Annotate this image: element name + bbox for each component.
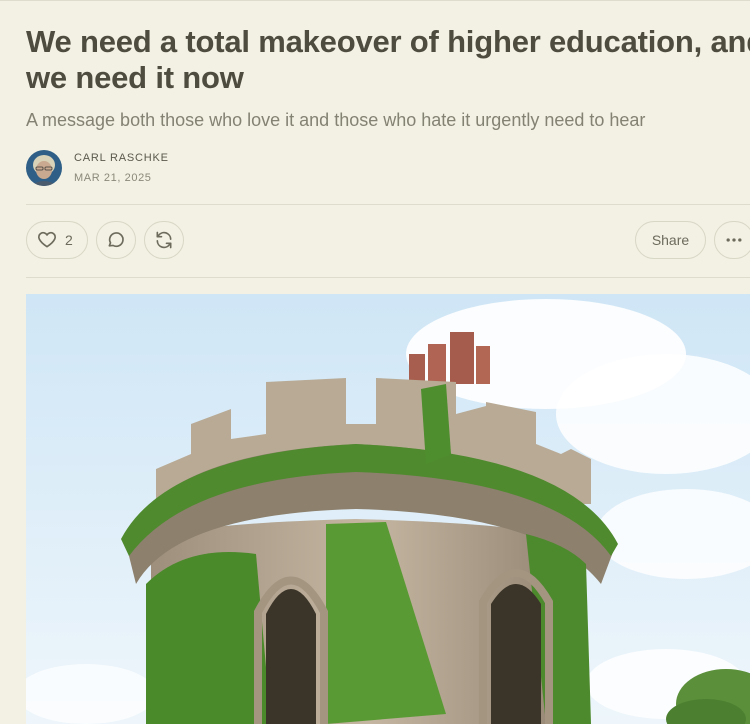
ellipsis-icon (724, 230, 744, 250)
author-name[interactable]: CARL RASCHKE (74, 152, 169, 164)
top-divider (0, 0, 750, 1)
hero-image (26, 294, 750, 724)
actions-divider (26, 277, 750, 278)
article-title: We need a total makeover of higher educa… (26, 24, 750, 95)
article-subtitle: A message both those who love it and tho… (26, 110, 646, 130)
heart-icon (37, 230, 57, 250)
like-count: 2 (65, 232, 73, 248)
like-button[interactable]: 2 (26, 221, 88, 259)
more-options-button[interactable] (714, 221, 750, 259)
header-divider (26, 204, 750, 205)
author-avatar[interactable] (26, 150, 62, 186)
comment-bubble-icon (106, 230, 126, 250)
post-date: MAR 21, 2025 (74, 172, 152, 184)
comment-button[interactable] (96, 221, 136, 259)
restack-icon (154, 230, 174, 250)
share-button[interactable]: Share (635, 221, 706, 259)
restack-button[interactable] (144, 221, 184, 259)
